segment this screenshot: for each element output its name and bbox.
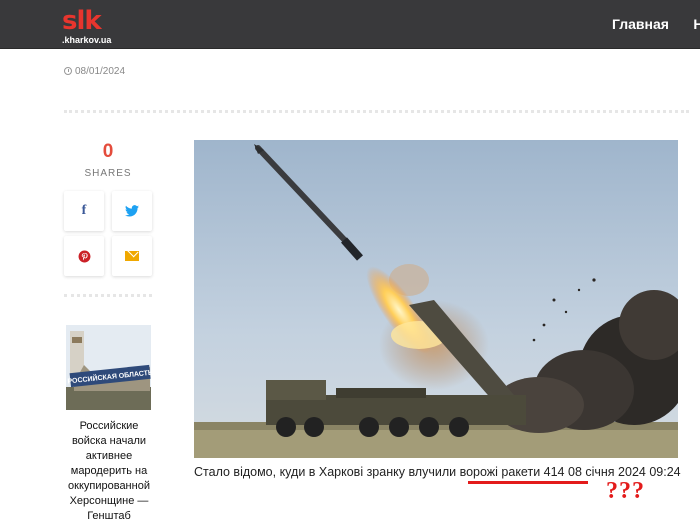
- share-label: SHARES: [84, 168, 132, 179]
- mail-icon: [125, 251, 139, 261]
- caption-text-after: 08 січня 2024 09:24: [564, 465, 681, 479]
- article-main-image: [194, 140, 678, 458]
- pinterest-share-button[interactable]: [64, 236, 104, 276]
- related-article-title[interactable]: Российские войска начали активнее мароде…: [62, 419, 156, 524]
- main-nav: Главная Н: [612, 16, 700, 34]
- facebook-icon: f: [81, 203, 87, 218]
- email-share-button[interactable]: [112, 236, 152, 276]
- divider: [64, 110, 689, 113]
- clock-icon: [64, 67, 72, 75]
- divider: [64, 294, 152, 297]
- caption-text-before: Стало відомо, куди в Харкові зранку влуч…: [194, 465, 460, 479]
- facebook-share-button[interactable]: f: [64, 191, 104, 231]
- logo-mark: slk: [62, 6, 102, 36]
- share-count: 0: [102, 141, 114, 162]
- annotation-question-marks: ???: [606, 478, 645, 504]
- twitter-icon: [125, 205, 139, 217]
- top-bar: slk .kharkov.ua Главная Н: [0, 0, 700, 49]
- related-thumbnail-image: РОССИЙСКАЯ ОБЛАСТЬ: [66, 325, 151, 410]
- related-article-thumbnail[interactable]: РОССИЙСКАЯ ОБЛАСТЬ: [66, 325, 151, 410]
- annotation-underline: [468, 481, 588, 484]
- post-date: 08/01/2024: [64, 66, 125, 77]
- caption-highlight: ворожі ракети 414: [459, 465, 565, 479]
- page: slk .kharkov.ua Главная Н 08/01/2024 0 S…: [0, 0, 700, 527]
- logo-domain: .kharkov.ua: [62, 35, 112, 45]
- pinterest-icon: [78, 250, 90, 262]
- nav-item-home[interactable]: Главная: [612, 16, 669, 32]
- post-date-text: 08/01/2024: [75, 66, 126, 77]
- site-logo[interactable]: slk .kharkov.ua: [62, 8, 124, 46]
- nav-item-next[interactable]: Н: [693, 16, 700, 32]
- twitter-share-button[interactable]: [112, 191, 152, 231]
- rocket-launch-photo: [194, 140, 678, 458]
